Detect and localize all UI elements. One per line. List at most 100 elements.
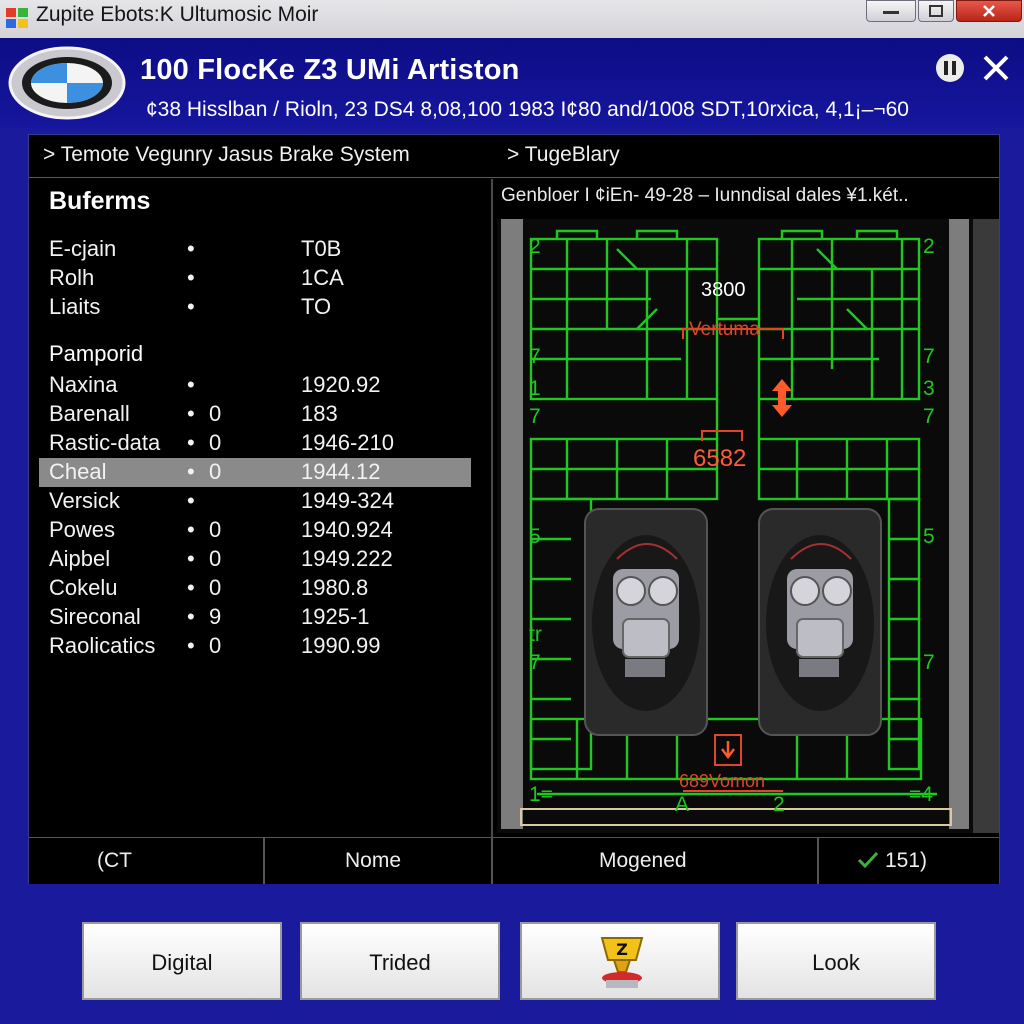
minimize-button[interactable]: [866, 0, 916, 22]
side-number: 7: [923, 651, 935, 674]
row-flag: 0: [209, 546, 222, 571]
status-cell: 151): [819, 838, 999, 884]
row-flag: 0: [209, 430, 222, 455]
row-bullet: •: [187, 517, 195, 542]
row-flag: 9: [209, 604, 222, 629]
engine-left-icon: [592, 535, 700, 711]
row-value: 183: [301, 401, 338, 426]
row-label: Cheal: [49, 459, 107, 484]
trophy-button[interactable]: Z: [520, 922, 720, 1000]
brake-diagram[interactable]: 3800 Vertuma 6582 689Vomon 2 7 1 7 5 tr …: [497, 219, 999, 833]
row-value: 1CA: [301, 265, 344, 290]
row-bullet: •: [187, 633, 195, 658]
diagram-label: 3800: [701, 279, 746, 301]
table-row[interactable]: Versick • 1949-324: [39, 487, 471, 516]
app-subtitle: ¢38 Hisslban / Rioln, 23 DS4 8,08,100 19…: [146, 98, 909, 121]
row-label: Sireconal: [49, 604, 141, 629]
pause-icon[interactable]: [934, 52, 966, 84]
list-item[interactable]: E-cjain • T0B: [39, 235, 471, 264]
row-label: Naxina: [49, 372, 118, 397]
status-cell: Nome: [265, 838, 493, 884]
status-text: (CT: [97, 849, 132, 872]
trophy-badge-text: Z: [616, 940, 628, 959]
row-flag: 0: [209, 517, 222, 542]
button-label: Trided: [369, 950, 431, 975]
app-title: 100 FlocKe Z3 UMi Artiston: [140, 54, 520, 86]
side-number: tr: [529, 623, 542, 646]
close-window-button[interactable]: [956, 0, 1022, 22]
row-value: T0B: [301, 236, 342, 261]
diagram-label-bottom: 689Vomon: [679, 771, 766, 791]
side-number: 7: [529, 345, 541, 368]
diagram-label-red: Vertuma: [689, 319, 760, 340]
side-number: 7: [923, 345, 935, 368]
table-row[interactable]: Cokelu • 0 1980.8: [39, 574, 471, 603]
row-bullet: •: [187, 546, 195, 571]
close-icon[interactable]: [980, 52, 1012, 84]
row-value: 1980.8: [301, 575, 369, 600]
digital-button[interactable]: Digital: [82, 922, 282, 1000]
trided-button[interactable]: Trided: [300, 922, 500, 1000]
check-icon: [857, 851, 879, 869]
row-bullet: •: [187, 294, 195, 319]
section-subtitle: Pamporid: [49, 341, 144, 366]
status-text: Mogened: [599, 849, 687, 872]
side-number: 5: [923, 525, 935, 548]
row-flag: 0: [209, 459, 222, 484]
side-number: 2: [529, 235, 541, 258]
row-value: 1990.99: [301, 633, 381, 658]
row-value: 1920.92: [301, 372, 381, 397]
side-number: 2: [773, 793, 785, 816]
status-count: 151): [885, 849, 928, 872]
side-number: 1=: [529, 783, 553, 806]
row-label: Barenall: [49, 401, 130, 426]
status-cell: Mogened: [493, 838, 819, 884]
side-number: 5: [529, 525, 541, 548]
list-item[interactable]: Liaits • TO: [39, 293, 471, 322]
app-header: 100 FlocKe Z3 UMi Artiston ¢38 Hisslban …: [0, 38, 1024, 128]
main-frame: > Temote Vegunry Jasus Brake System > Tu…: [28, 134, 1000, 884]
tab-bar: > Temote Vegunry Jasus Brake System > Tu…: [29, 135, 999, 178]
row-bullet: •: [187, 265, 195, 290]
row-flag: 0: [209, 633, 222, 658]
table-row[interactable]: Rastic-data • 0 1946-210: [39, 429, 471, 458]
side-number: 7: [529, 405, 541, 428]
row-label: Cokelu: [49, 575, 118, 600]
row-label: Rastic-data: [49, 430, 161, 455]
maximize-button[interactable]: [918, 0, 954, 22]
side-number: 7: [923, 405, 935, 428]
table-row[interactable]: Aipbel • 0 1949.222: [39, 545, 471, 574]
engine-right-icon: [766, 535, 874, 711]
row-flag: 0: [209, 401, 222, 426]
table-row[interactable]: Raolicatics • 0 1990.99: [39, 632, 471, 661]
row-bullet: •: [187, 459, 195, 484]
app-icon: [6, 8, 28, 28]
look-button[interactable]: Look: [736, 922, 936, 1000]
table-row[interactable]: Sireconal • 9 1925-1: [39, 603, 471, 632]
row-value: 1949.222: [301, 546, 393, 571]
table-row[interactable]: Barenall • 0 183: [39, 400, 471, 429]
row-value: 1946-210: [301, 430, 394, 455]
row-value: 1944.12: [301, 459, 381, 484]
row-label: Aipbel: [49, 546, 111, 571]
row-bullet: •: [187, 372, 195, 397]
diagram-value-red: 6582: [693, 445, 747, 472]
list-item[interactable]: Rolh • 1CA: [39, 264, 471, 293]
side-number: 1: [529, 377, 541, 400]
section-title: Buferms: [49, 187, 151, 215]
tab-brake-system[interactable]: > Temote Vegunry Jasus Brake System: [43, 143, 410, 167]
row-label: Raolicatics: [49, 633, 156, 658]
row-bullet: •: [187, 604, 195, 629]
table-row[interactable]: Powes • 0 1940.924: [39, 516, 471, 545]
side-number: 2: [923, 235, 935, 258]
row-bullet: •: [187, 488, 195, 513]
row-label: Powes: [49, 517, 116, 542]
window-title: Zupite Ebots:K Ultumosic Moir: [36, 3, 319, 26]
side-number: A: [675, 793, 690, 816]
table-row[interactable]: Naxina • 1920.92: [39, 371, 471, 400]
tab-tugeblary[interactable]: > TugeBlary: [507, 143, 620, 167]
table-row-selected[interactable]: Cheal • 0 1944.12: [39, 458, 471, 487]
status-bar: (CT Nome Mogened 151): [29, 837, 999, 884]
diagram-viewer: Genbloer I ¢iЕn- 49-28 – Iunndisal dales…: [493, 179, 999, 837]
status-text: Nome: [345, 849, 402, 872]
